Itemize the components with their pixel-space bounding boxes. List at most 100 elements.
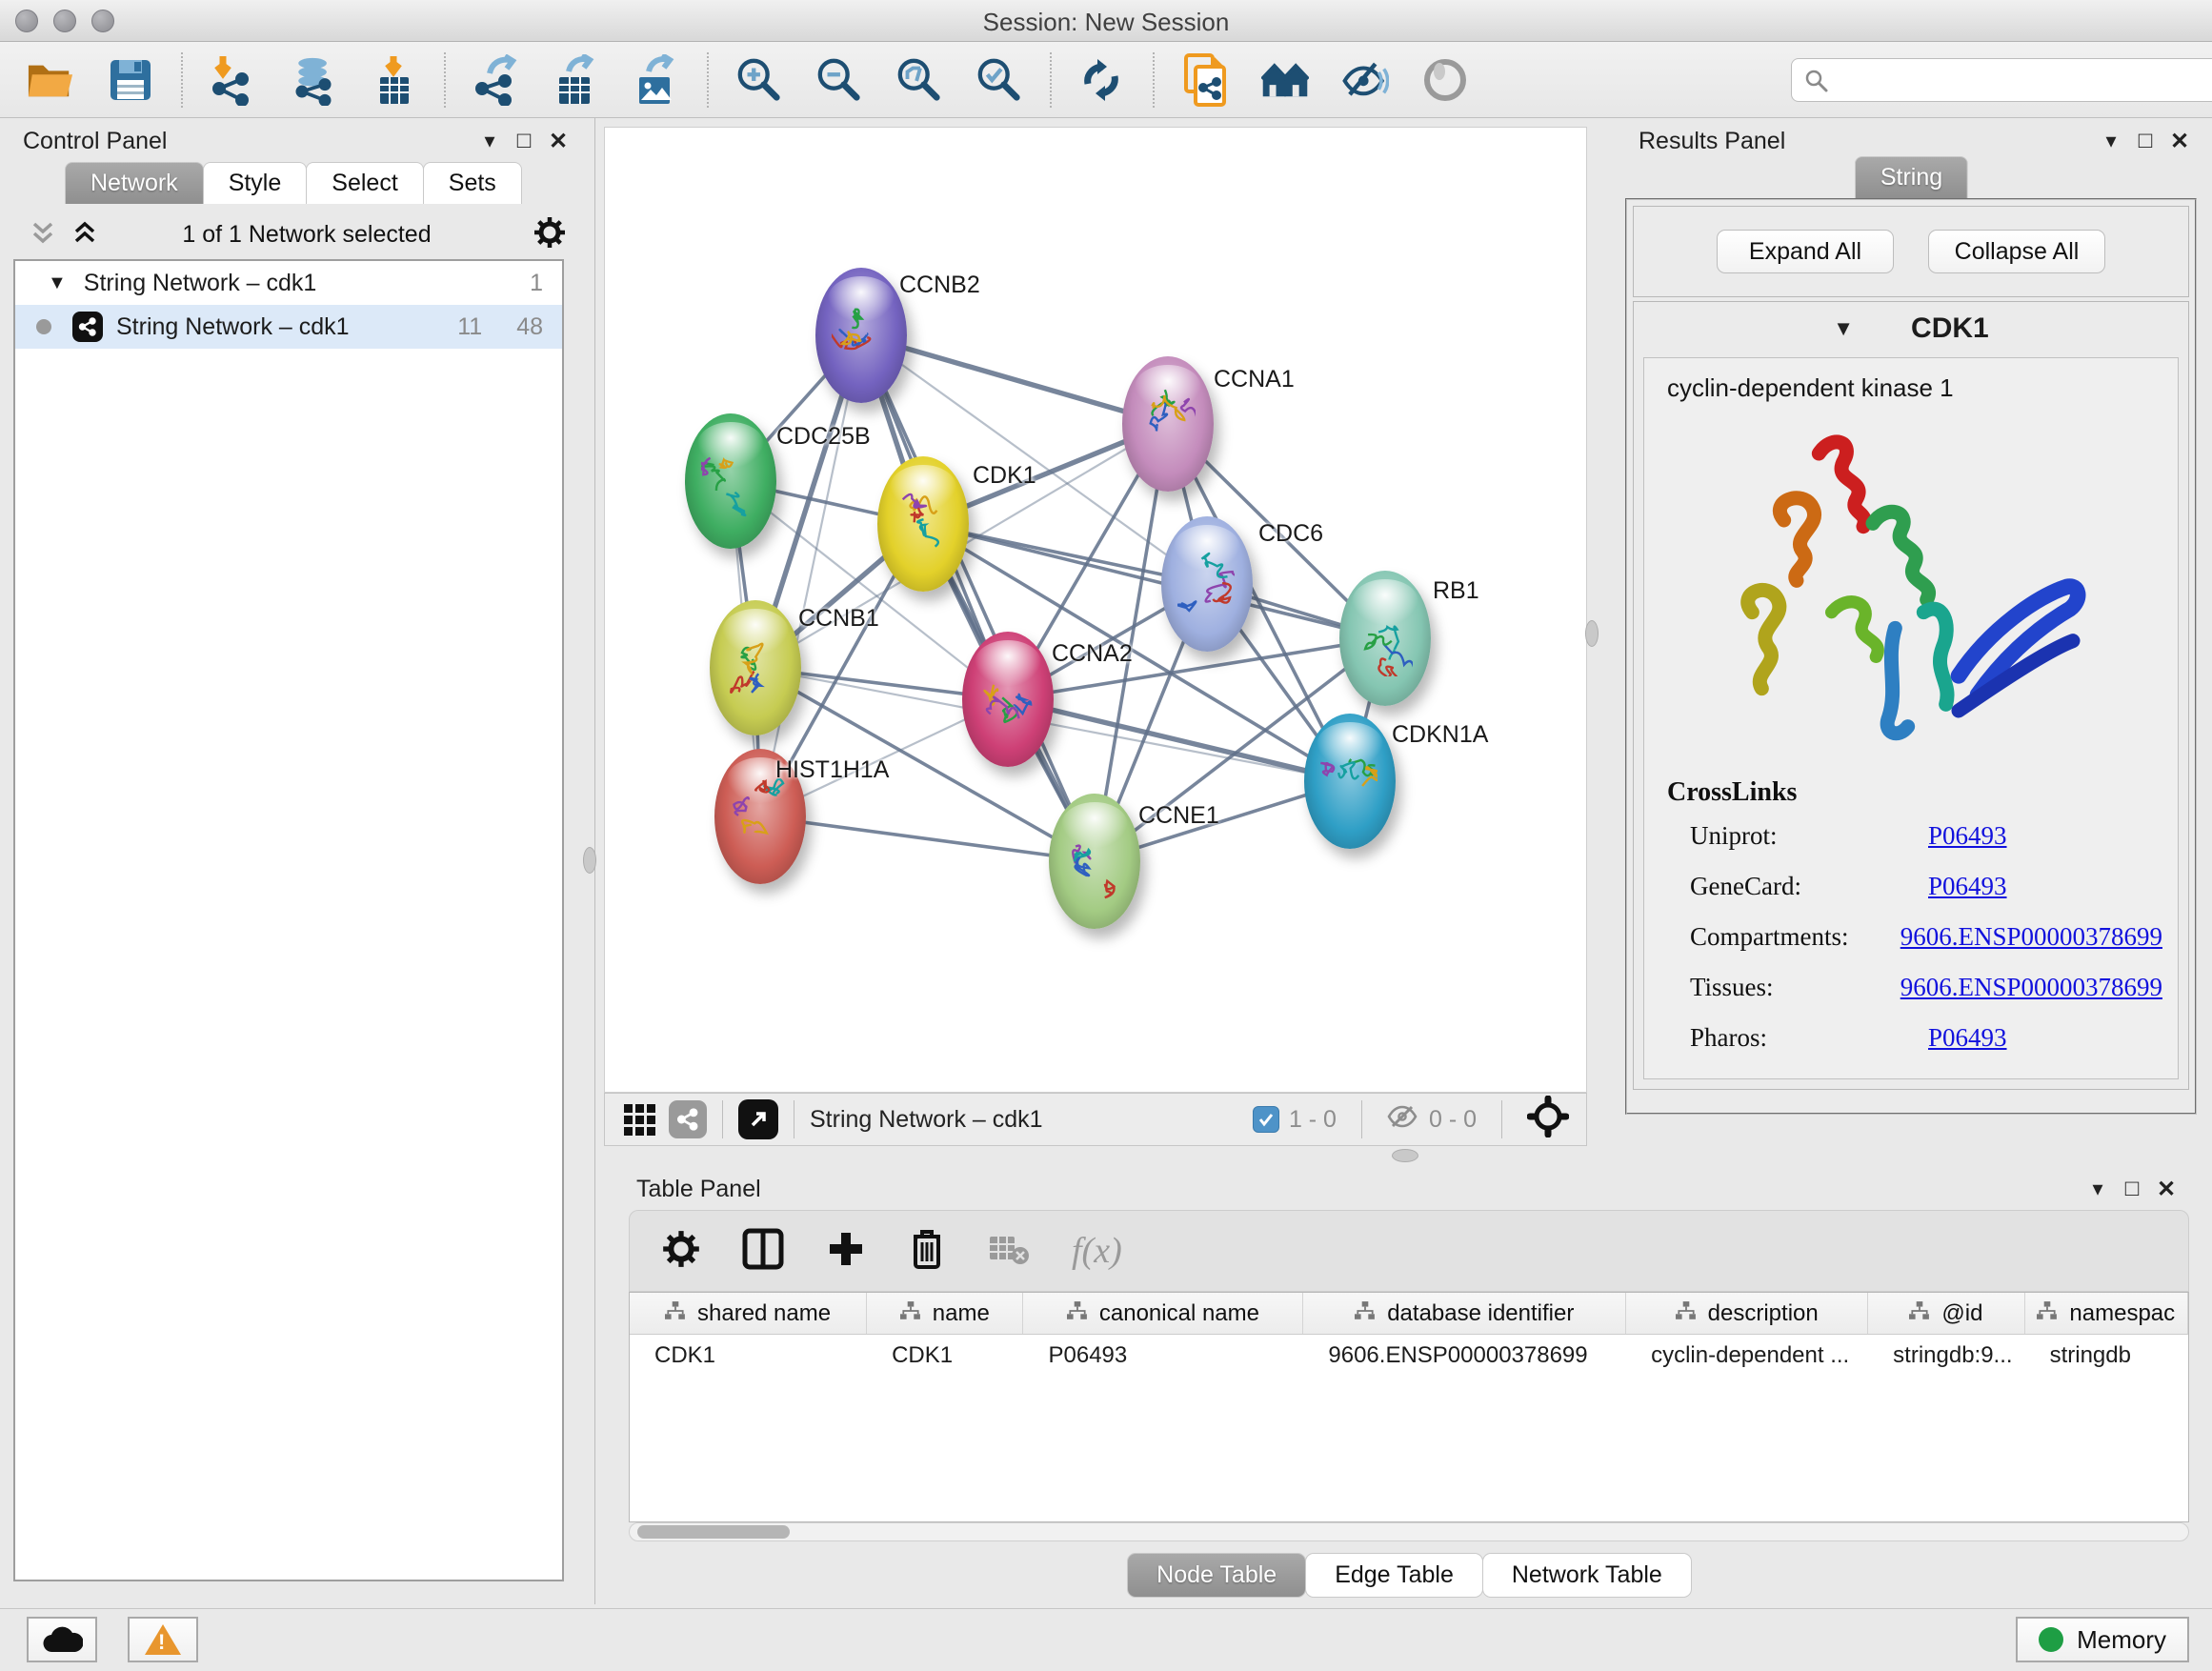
network-node-CCNB2[interactable] [815, 268, 907, 403]
selected-checkbox-icon[interactable] [1253, 1106, 1279, 1133]
zoom-fit-icon[interactable] [895, 56, 943, 104]
expand-all-networks-icon[interactable] [72, 220, 97, 250]
warning-status-button[interactable] [128, 1617, 198, 1662]
tab-sets[interactable]: Sets [423, 162, 522, 204]
network-collection-row[interactable]: ▼ String Network – cdk1 1 [15, 261, 562, 305]
tab-network-table[interactable]: Network Table [1482, 1553, 1692, 1598]
table-cell[interactable]: cyclin-dependent ... [1626, 1335, 1868, 1377]
network-edge[interactable] [861, 335, 1095, 861]
column-header-canonical-name[interactable]: canonical name [1023, 1293, 1303, 1334]
network-node-CCNB1[interactable] [710, 600, 801, 735]
column-header-@id[interactable]: @id [1868, 1293, 2024, 1334]
table-cell[interactable]: stringdb [2025, 1335, 2188, 1377]
table-cell[interactable]: CDK1 [630, 1335, 867, 1377]
results-panel-float-icon[interactable]: □ [2128, 128, 2162, 154]
show-columns-icon[interactable] [742, 1228, 784, 1275]
export-image-icon[interactable] [633, 56, 680, 104]
bottom-splitter-handle[interactable] [1392, 1149, 1418, 1162]
network-options-gear-icon[interactable] [533, 216, 566, 253]
network-node-CDC25B[interactable] [685, 413, 776, 549]
network-edge[interactable] [760, 335, 861, 816]
table-row[interactable]: CDK1CDK1P064939606.ENSP00000378699cyclin… [630, 1335, 2188, 1377]
network-edge[interactable] [760, 816, 1095, 861]
table-panel-float-icon[interactable]: □ [2115, 1176, 2149, 1202]
network-node-CCNA2[interactable] [962, 632, 1054, 767]
tab-string[interactable]: String [1855, 156, 1968, 198]
tab-select[interactable]: Select [306, 162, 423, 204]
collapse-all-networks-icon[interactable] [30, 220, 55, 250]
table-cell[interactable]: stringdb:9... [1868, 1335, 2024, 1377]
zoom-selected-icon[interactable] [975, 56, 1023, 104]
status-bar: Memory [0, 1608, 2212, 1671]
results-panel-close-icon[interactable]: ✕ [2162, 128, 2197, 155]
tab-edge-table[interactable]: Edge Table [1305, 1553, 1483, 1598]
network-overview-icon[interactable] [669, 1100, 707, 1138]
open-folder-icon[interactable] [27, 56, 74, 104]
birds-eye-grid-icon[interactable] [624, 1104, 655, 1136]
column-header-database-identifier[interactable]: database identifier [1303, 1293, 1626, 1334]
crosslink-link[interactable]: P06493 [1928, 821, 2007, 851]
table-horizontal-scrollbar[interactable] [629, 1522, 2189, 1541]
network-node-RB1[interactable] [1339, 571, 1431, 706]
expand-all-button[interactable]: Expand All [1717, 230, 1894, 273]
network-row[interactable]: String Network – cdk1 11 48 [15, 305, 562, 349]
detach-view-icon[interactable] [738, 1099, 778, 1139]
import-network-file-icon[interactable] [210, 56, 257, 104]
crosslink-link[interactable]: P06493 [1928, 872, 2007, 901]
crosslink-link[interactable]: P06493 [1928, 1023, 2007, 1053]
column-header-description[interactable]: description [1626, 1293, 1868, 1334]
crosslink-link[interactable]: 9606.ENSP00000378699 [1900, 973, 2162, 1002]
network-node-CCNA1[interactable] [1122, 356, 1214, 492]
memory-button[interactable]: Memory [2016, 1617, 2189, 1662]
network-node-CDC6[interactable] [1161, 516, 1253, 652]
save-icon[interactable] [107, 56, 154, 104]
network-canvas[interactable]: CCNB2CCNA1CDC25BCDK1CDC6RB1CCNB1CCNA2CDK… [604, 127, 1587, 1093]
protein-section-header[interactable]: ▼ CDK1 [1634, 302, 2188, 355]
zoom-out-icon[interactable] [815, 56, 863, 104]
center-view-crosshair-icon[interactable] [1527, 1096, 1569, 1144]
search-input[interactable] [1791, 58, 2212, 102]
table-panel-close-icon[interactable]: ✕ [2149, 1176, 2183, 1203]
network-node-CDK1[interactable] [877, 456, 969, 592]
hide-unhide-eye-icon[interactable] [1341, 56, 1389, 104]
column-header-name[interactable]: name [867, 1293, 1023, 1334]
table-cell[interactable]: CDK1 [867, 1335, 1023, 1377]
import-table-icon[interactable] [370, 56, 417, 104]
collapse-all-button[interactable]: Collapse All [1928, 230, 2105, 273]
column-header-shared-name[interactable]: shared name [630, 1293, 867, 1334]
export-network-icon[interactable] [473, 56, 520, 104]
tree-expander-icon[interactable]: ▼ [48, 272, 67, 294]
string-homes-icon[interactable] [1261, 56, 1309, 104]
table-panel-menu-icon[interactable]: ▾ [2081, 1177, 2115, 1201]
zoom-in-icon[interactable] [735, 56, 783, 104]
duplicate-network-icon[interactable] [1181, 56, 1229, 104]
network-node-CCNE1[interactable] [1049, 794, 1140, 929]
create-column-plus-icon[interactable] [826, 1229, 866, 1274]
protein-details: cyclin-dependent kinase 1 [1643, 357, 2179, 1079]
protein-expander-icon[interactable]: ▼ [1833, 316, 1854, 341]
table-options-gear-icon[interactable] [662, 1230, 700, 1273]
cloud-status-button[interactable] [27, 1617, 97, 1662]
right-splitter-handle[interactable] [1585, 620, 1599, 647]
refresh-icon[interactable] [1078, 56, 1126, 104]
export-table-icon[interactable] [553, 56, 600, 104]
import-network-database-icon[interactable] [290, 56, 337, 104]
tab-node-table[interactable]: Node Table [1127, 1553, 1306, 1598]
delete-column-trash-icon[interactable] [908, 1227, 946, 1276]
table-cell[interactable]: 9606.ENSP00000378699 [1303, 1335, 1626, 1377]
left-splitter-handle[interactable] [583, 847, 596, 874]
tab-style[interactable]: Style [203, 162, 308, 204]
crosslink-link[interactable]: 9606.ENSP00000378699 [1900, 922, 2162, 952]
table-cell[interactable]: P06493 [1024, 1335, 1304, 1377]
network-edge[interactable] [861, 335, 1168, 424]
scrollbar-thumb[interactable] [637, 1525, 790, 1539]
control-panel-close-icon[interactable]: ✕ [541, 128, 575, 155]
network-node-CDKN1A[interactable] [1304, 714, 1396, 849]
column-header-namespac[interactable]: namespac [2025, 1293, 2188, 1334]
tab-network[interactable]: Network [65, 162, 204, 204]
results-panel-menu-icon[interactable]: ▾ [2094, 129, 2128, 153]
control-panel-float-icon[interactable]: □ [507, 128, 541, 154]
control-panel-menu-icon[interactable]: ▾ [473, 129, 507, 153]
title-bar: Session: New Session [0, 0, 2212, 42]
hidden-eye-icon[interactable] [1387, 1104, 1419, 1136]
